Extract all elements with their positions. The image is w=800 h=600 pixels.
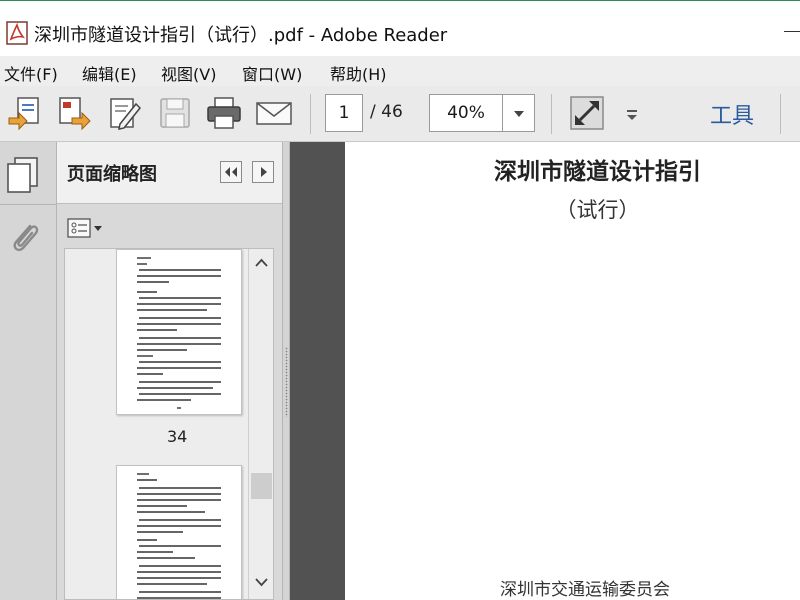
- toolbar: 1 / 46 40% 工具: [0, 86, 800, 142]
- collapse-left-button[interactable]: [220, 161, 242, 183]
- menu-help[interactable]: 帮助(H): [330, 61, 387, 85]
- minimize-button[interactable]: [784, 31, 800, 32]
- page-total: / 46: [370, 102, 403, 122]
- thumbnail-scrollbar[interactable]: [248, 249, 273, 599]
- document-title: 深圳市隧道设计指引: [494, 158, 701, 185]
- pdf-app-icon: [6, 21, 28, 45]
- title-bar: 深圳市隧道设计指引（试行）.pdf - Adobe Reader: [0, 0, 800, 56]
- thumbnails-panel: 页面缩略图 34: [57, 142, 282, 600]
- page-number-input[interactable]: 1: [325, 94, 363, 132]
- scrollbar-thumb[interactable]: [251, 473, 272, 499]
- document-publisher: 深圳市交通运输委员会: [500, 580, 670, 600]
- options-menu-icon[interactable]: [67, 217, 107, 239]
- menu-bar: 文件(F) 编辑(E) 视图(V) 窗口(W) 帮助(H): [0, 56, 800, 86]
- chevron-down-icon[interactable]: [255, 575, 268, 588]
- menu-view[interactable]: 视图(V): [161, 61, 216, 85]
- thumbnail-page-34[interactable]: [116, 249, 242, 415]
- thumbnail-list: 34: [64, 248, 274, 600]
- chevron-up-icon[interactable]: [255, 257, 268, 270]
- panel-splitter[interactable]: [282, 142, 290, 600]
- pdf-page: 深圳市隧道设计指引 （试行） 深圳市交通运输委员会: [345, 142, 800, 600]
- thumbnail-page-label: 34: [167, 427, 188, 446]
- thumbnail-page-35[interactable]: [116, 465, 242, 599]
- thumbnails-header: 页面缩略图: [57, 142, 282, 204]
- document-subtitle: （试行）: [555, 198, 640, 222]
- panel-title: 页面缩略图: [67, 164, 157, 185]
- navigation-icon-strip: [0, 142, 57, 600]
- print-icon[interactable]: [205, 94, 243, 132]
- fullscreen-icon[interactable]: [568, 94, 606, 132]
- toolbar-separator: [310, 94, 311, 134]
- page-text-preview: [137, 473, 221, 599]
- document-view: 深圳市隧道设计指引 （试行） 深圳市交通运输委员会: [290, 142, 800, 600]
- window-title: 深圳市隧道设计指引（试行）.pdf - Adobe Reader: [34, 25, 448, 46]
- menu-window[interactable]: 窗口(W): [242, 61, 302, 85]
- menu-edit[interactable]: 编辑(E): [82, 61, 137, 85]
- toolbar-separator: [780, 94, 781, 134]
- splitter-grip[interactable]: [285, 347, 288, 417]
- tools-button[interactable]: 工具: [710, 98, 754, 130]
- zoom-value[interactable]: 40%: [430, 95, 502, 131]
- save-icon[interactable]: [156, 94, 194, 132]
- create-pdf-icon[interactable]: [6, 94, 44, 132]
- zoom-dropdown-button[interactable]: [502, 95, 534, 131]
- double-chevron-left-icon: [225, 167, 237, 177]
- edit-icon[interactable]: [106, 94, 144, 132]
- page-thumbnails-icon[interactable]: [5, 156, 41, 194]
- chevron-right-icon: [261, 167, 267, 177]
- page-text-preview: [137, 257, 221, 409]
- zoom-select[interactable]: 40%: [429, 94, 535, 132]
- email-icon[interactable]: [255, 94, 293, 132]
- export-icon[interactable]: [56, 94, 94, 132]
- menu-file[interactable]: 文件(F): [4, 61, 58, 85]
- expand-right-button[interactable]: [252, 161, 274, 183]
- strip-divider: [0, 204, 57, 205]
- toolbar-separator: [551, 94, 552, 134]
- more-tools-icon[interactable]: [617, 94, 655, 132]
- attachment-icon[interactable]: [8, 220, 42, 256]
- thumbnail-options-bar: [57, 204, 282, 248]
